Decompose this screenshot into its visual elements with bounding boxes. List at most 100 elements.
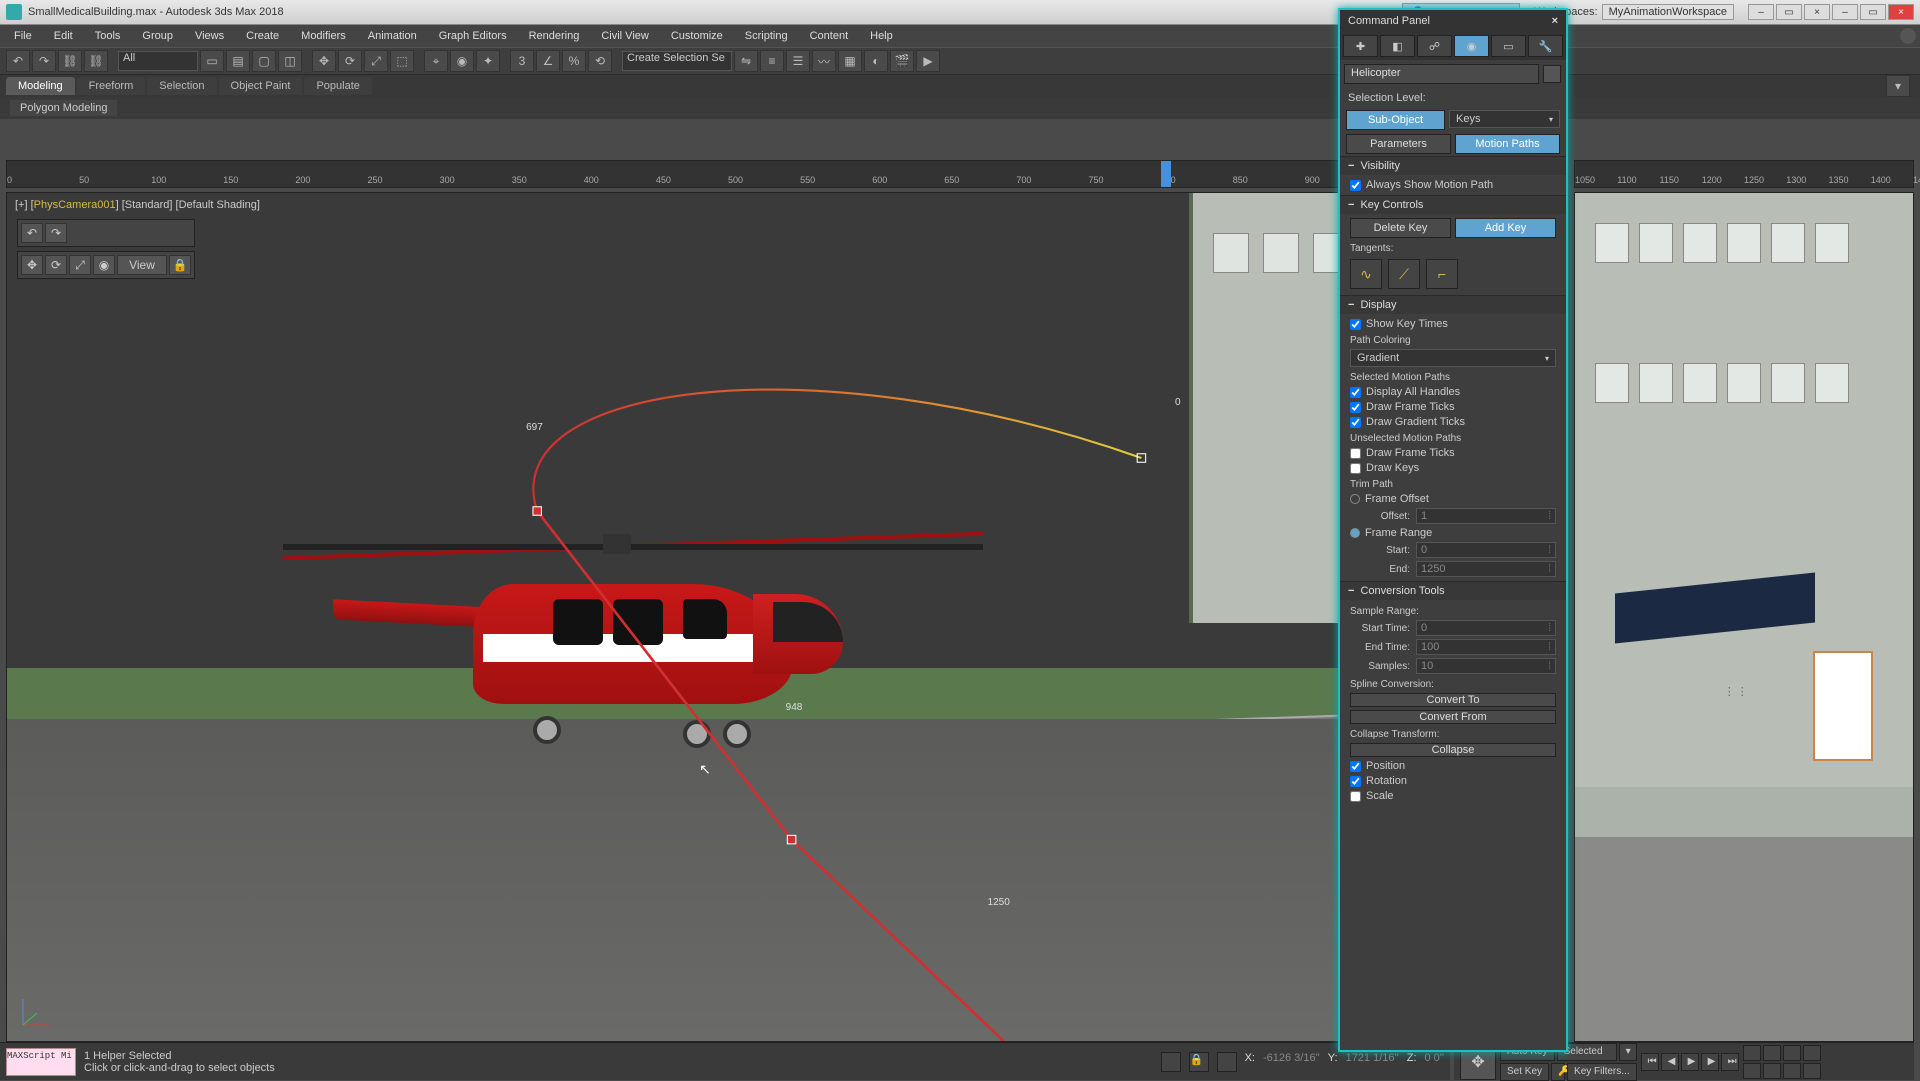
angle-snap[interactable]: ∠ — [536, 50, 560, 72]
frame-range-radio[interactable]: Frame Range — [1350, 527, 1556, 539]
helicopter-model[interactable] — [353, 464, 893, 784]
menu-file[interactable]: File — [4, 27, 42, 45]
render-setup-button[interactable]: 🎬 — [890, 50, 914, 72]
named-selection[interactable]: Create Selection Se — [622, 51, 732, 71]
undo-button[interactable]: ↶ — [6, 50, 30, 72]
samples-spinner[interactable]: 10 — [1416, 658, 1556, 674]
menu-civil-view[interactable]: Civil View — [591, 27, 658, 45]
draw-frame-ticks-unsel-check[interactable]: Draw Frame Ticks — [1350, 447, 1556, 459]
pan-icon[interactable] — [1743, 1063, 1761, 1079]
draw-keys-check[interactable]: Draw Keys — [1350, 462, 1556, 474]
display-handles-check[interactable]: Display All Handles — [1350, 386, 1556, 398]
start-spinner[interactable]: 0 — [1416, 542, 1556, 558]
tab-freeform[interactable]: Freeform — [77, 77, 146, 95]
delete-key-button[interactable]: Delete Key — [1350, 218, 1451, 238]
menu-customize[interactable]: Customize — [661, 27, 733, 45]
tab-populate[interactable]: Populate — [304, 77, 371, 95]
rotation-check[interactable]: Rotation — [1350, 775, 1556, 787]
show-key-times-check[interactable]: Show Key Times — [1350, 318, 1556, 330]
rollout-visibility[interactable]: Visibility — [1340, 157, 1566, 175]
redo-button[interactable]: ↷ — [32, 50, 56, 72]
spinner-snap[interactable]: ⟲ — [588, 50, 612, 72]
menu-tools[interactable]: Tools — [85, 27, 131, 45]
close-panel-icon[interactable]: × — [1552, 15, 1558, 27]
tangent-smooth-icon[interactable]: ∿ — [1350, 259, 1382, 289]
command-panel-title[interactable]: Command Panel × — [1340, 10, 1566, 32]
time-slider[interactable]: 0501001502002503003504004505005506006507… — [6, 160, 1450, 188]
rect-select-button[interactable]: ▢ — [252, 50, 276, 72]
use-center-button[interactable]: ◉ — [450, 50, 474, 72]
key-filters-button[interactable]: Key Filters... — [1567, 1063, 1637, 1081]
rollout-key-controls[interactable]: Key Controls — [1340, 196, 1566, 214]
sub-object-button[interactable]: Sub-Object — [1346, 110, 1445, 130]
workspace-selector[interactable]: MyAnimationWorkspace — [1602, 4, 1734, 20]
end-spinner[interactable]: 1250 — [1416, 561, 1556, 577]
menu-group[interactable]: Group — [132, 27, 183, 45]
key-icon[interactable]: 🔑 — [1551, 1063, 1565, 1081]
tangent-step-icon[interactable]: ⌐ — [1426, 259, 1458, 289]
offset-spinner[interactable]: 1 — [1416, 508, 1556, 524]
rollout-conversion[interactable]: Conversion Tools — [1340, 582, 1566, 600]
scale-check[interactable]: Scale — [1350, 790, 1556, 802]
key-mode-dd-icon[interactable]: ▾ — [1619, 1043, 1637, 1061]
frame-offset-radio[interactable]: Frame Offset — [1350, 493, 1556, 505]
keys-dropdown[interactable]: Keys — [1449, 110, 1560, 128]
path-coloring-dropdown[interactable]: Gradient — [1350, 349, 1556, 367]
close-button[interactable]: × — [1888, 4, 1914, 20]
move-button[interactable]: ✥ — [312, 50, 336, 72]
viewport-camera[interactable]: [+] [PhysCamera001] [Standard] [Default … — [6, 192, 1450, 1042]
maxscript-mini[interactable]: MAXScript Mi — [6, 1048, 76, 1076]
hierarchy-tab-icon[interactable]: ☍ — [1417, 35, 1452, 57]
convert-to-button[interactable]: Convert To — [1350, 693, 1556, 707]
parameters-button[interactable]: Parameters — [1346, 134, 1451, 154]
display-tab-icon[interactable]: ▭ — [1491, 35, 1526, 57]
end-time-spinner[interactable]: 100 — [1416, 639, 1556, 655]
select-name-button[interactable]: ▤ — [226, 50, 250, 72]
modify-tab-icon[interactable]: ◧ — [1380, 35, 1415, 57]
drag-handle-icon[interactable]: ⋮⋮ — [1724, 685, 1750, 698]
position-check[interactable]: Position — [1350, 760, 1556, 772]
snap-icon[interactable] — [1217, 1052, 1237, 1072]
maximize-button[interactable]: ▭ — [1860, 4, 1886, 20]
goto-start-icon[interactable]: ⏮ — [1641, 1053, 1659, 1071]
align-button[interactable]: ≡ — [760, 50, 784, 72]
motion-tab-icon[interactable]: ◉ — [1454, 35, 1489, 57]
collapse-button[interactable]: Collapse — [1350, 743, 1556, 757]
menu-rendering[interactable]: Rendering — [519, 27, 590, 45]
zoom-extents-icon[interactable] — [1783, 1045, 1801, 1061]
help-icon[interactable] — [1900, 28, 1916, 44]
close-inner-button[interactable]: × — [1804, 4, 1830, 20]
menu-create[interactable]: Create — [236, 27, 289, 45]
rotate-button[interactable]: ⟳ — [338, 50, 362, 72]
draw-frame-ticks-sel-check[interactable]: Draw Frame Ticks — [1350, 401, 1556, 413]
ribbon-chip[interactable]: Polygon Modeling — [10, 100, 117, 116]
rollout-display[interactable]: Display — [1340, 296, 1566, 314]
add-key-button[interactable]: Add Key — [1455, 218, 1556, 238]
next-frame-icon[interactable]: ▶ — [1701, 1053, 1719, 1071]
time-slider-right[interactable]: 105011001150120012501300135014001450 — [1574, 160, 1914, 188]
tab-modeling[interactable]: Modeling — [6, 77, 75, 95]
snap-toggle[interactable]: 3 — [510, 50, 534, 72]
ribbon-collapse-icon[interactable]: ▾ — [1886, 75, 1910, 97]
orbit-icon[interactable] — [1763, 1063, 1781, 1079]
draw-gradient-ticks-check[interactable]: Draw Gradient Ticks — [1350, 416, 1556, 428]
tangent-linear-icon[interactable]: ⟋ — [1388, 259, 1420, 289]
start-time-spinner[interactable]: 0 — [1416, 620, 1556, 636]
mirror-button[interactable]: ⇋ — [734, 50, 758, 72]
manipulate-button[interactable]: ✦ — [476, 50, 500, 72]
utilities-tab-icon[interactable]: 🔧 — [1528, 35, 1563, 57]
prev-frame-icon[interactable]: ◀ — [1661, 1053, 1679, 1071]
color-swatch[interactable] — [1543, 65, 1561, 83]
menu-help[interactable]: Help — [860, 27, 903, 45]
zoom-all-icon[interactable] — [1763, 1045, 1781, 1061]
maximize-vp-icon[interactable] — [1803, 1063, 1821, 1079]
menu-modifiers[interactable]: Modifiers — [291, 27, 356, 45]
window-crossing-button[interactable]: ◫ — [278, 50, 302, 72]
lock-icon[interactable]: 🔒 — [1189, 1052, 1209, 1072]
zoom-icon[interactable] — [1743, 1045, 1761, 1061]
schematic-button[interactable]: ▦ — [838, 50, 862, 72]
restore-inner-button[interactable]: ▭ — [1776, 4, 1802, 20]
viewport-right[interactable]: ⋮⋮ — [1574, 192, 1914, 1042]
goto-end-icon[interactable]: ⏭ — [1721, 1053, 1739, 1071]
curve-editor-button[interactable]: 〰 — [812, 50, 836, 72]
